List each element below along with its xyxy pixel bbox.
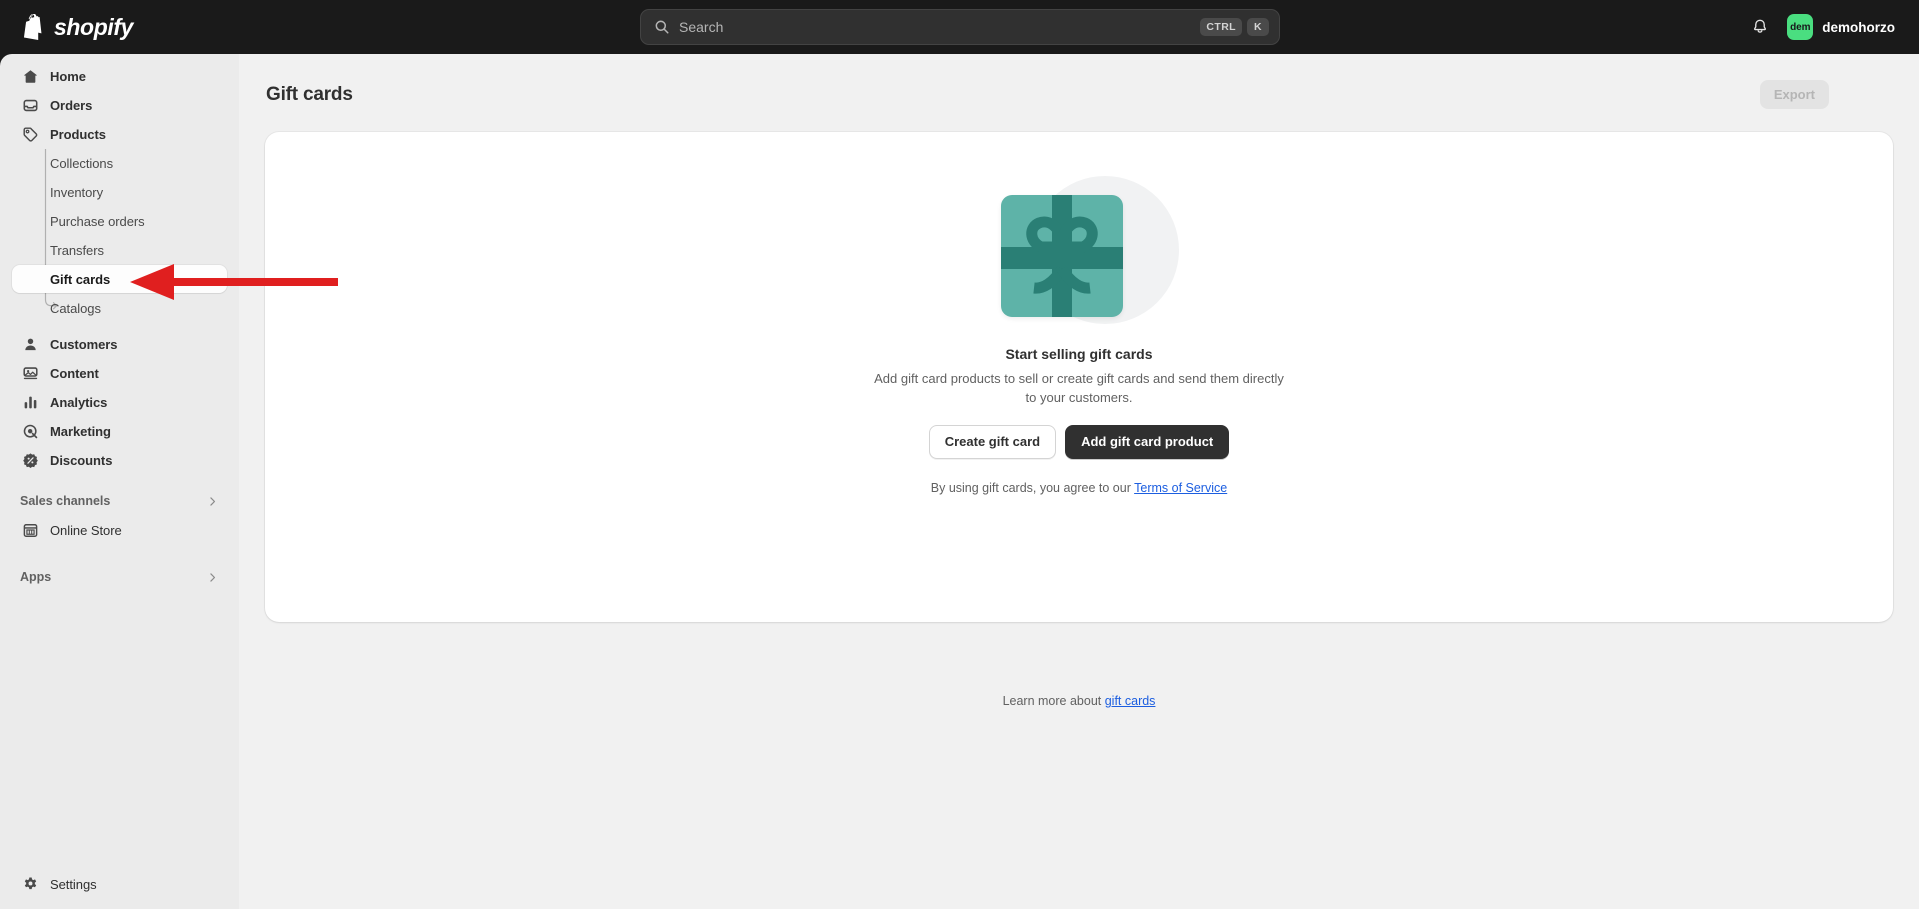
- terms-of-service-line: By using gift cards, you agree to our Te…: [931, 481, 1227, 495]
- empty-state-body: Add gift card products to sell or create…: [874, 371, 1284, 405]
- sidebar-item-orders[interactable]: Orders: [12, 91, 227, 119]
- sidebar-item-gift-cards[interactable]: Gift cards: [12, 265, 227, 293]
- illustration-gift-card: [1001, 195, 1123, 317]
- sidebar-item-label: Settings: [50, 876, 97, 892]
- sidebar-item-label: Marketing: [50, 423, 111, 439]
- top-bar-right: dem demohorzo: [1743, 0, 1903, 54]
- learn-more-prefix-text: Learn more about: [1002, 694, 1105, 708]
- gift-cards-help-link[interactable]: gift cards: [1105, 694, 1156, 708]
- content-icon: [20, 365, 40, 382]
- sidebar-item-marketing[interactable]: Marketing: [12, 417, 227, 445]
- sidebar-item-inventory[interactable]: Inventory: [12, 178, 227, 206]
- sidebar-settings-row: Settings: [12, 870, 227, 899]
- sidebar-section-sales-channels[interactable]: Sales channels: [12, 486, 227, 516]
- user-name: demohorzo: [1822, 19, 1895, 35]
- shopify-bag-logo-icon: [24, 14, 42, 40]
- page-title: Gift cards: [266, 83, 353, 105]
- gear-icon: [20, 876, 40, 893]
- avatar: dem: [1787, 14, 1814, 40]
- sidebar-item-customers[interactable]: Customers: [12, 330, 227, 358]
- sidebar-item-label: Discounts: [50, 452, 113, 468]
- sidebar-item-online-store[interactable]: Online Store: [12, 516, 227, 544]
- empty-state-actions: Create gift card Add gift card product: [928, 425, 1230, 459]
- create-gift-card-button[interactable]: Create gift card: [928, 425, 1057, 459]
- sidebar-nav: Home Orders Products Collections Invento…: [0, 62, 239, 592]
- sidebar-item-label: Home: [50, 68, 86, 84]
- sidebar-item-label: Products: [50, 126, 106, 142]
- terms-of-service-link[interactable]: Terms of Service: [1134, 481, 1227, 495]
- shopify-wordmark: shopify: [54, 13, 133, 40]
- sidebar-item-products[interactable]: Products: [12, 120, 227, 148]
- learn-more-footer: Learn more about gift cards: [239, 694, 1919, 708]
- customers-icon: [20, 336, 40, 353]
- home-icon: [20, 68, 40, 85]
- sidebar-item-analytics[interactable]: Analytics: [12, 388, 227, 416]
- search-input[interactable]: [679, 19, 1196, 35]
- empty-state-card: Start selling gift cards Add gift card p…: [265, 132, 1893, 622]
- tos-prefix-text: By using gift cards, you agree to our: [930, 480, 1135, 495]
- orders-icon: [20, 97, 40, 114]
- section-label: Apps: [20, 570, 52, 584]
- sidebar-item-settings[interactable]: Settings: [12, 870, 227, 898]
- shopify-brand[interactable]: shopify: [24, 14, 224, 41]
- search-shortcut-modifier: CTRL: [1200, 17, 1242, 37]
- main-content: Gift cards Export Start selling gift car…: [239, 54, 1919, 909]
- sidebar-item-label: Purchase orders: [50, 213, 145, 229]
- chevron-right-icon: [210, 572, 216, 582]
- discounts-percent-icon: [20, 452, 40, 469]
- add-gift-card-product-button[interactable]: Add gift card product: [1065, 425, 1230, 459]
- sidebar-item-home[interactable]: Home: [12, 62, 227, 90]
- top-bar: shopify CTRL K dem demohorzo: [0, 0, 1919, 54]
- sidebar: Home Orders Products Collections Invento…: [0, 54, 239, 909]
- user-menu-button[interactable]: dem demohorzo: [1783, 10, 1903, 44]
- notifications-button[interactable]: [1743, 10, 1777, 44]
- sidebar-item-label: Catalogs: [50, 300, 101, 316]
- sidebar-item-label: Transfers: [50, 242, 104, 258]
- sidebar-item-label: Collections: [50, 155, 114, 171]
- search-box[interactable]: CTRL K: [640, 9, 1280, 45]
- chevron-right-icon: [210, 496, 216, 506]
- section-label: Sales channels: [20, 494, 111, 508]
- sidebar-item-label: Orders: [50, 97, 93, 113]
- sidebar-products-subnav: Collections Inventory Purchase orders Tr…: [12, 149, 227, 322]
- gift-card-bow-illustration: [1001, 172, 1179, 328]
- gift-bow-icon: [1001, 195, 1123, 317]
- search-icon: [655, 20, 669, 34]
- sidebar-item-collections[interactable]: Collections: [12, 149, 227, 177]
- products-tag-icon: [20, 126, 40, 143]
- sidebar-item-label: Gift cards: [50, 271, 111, 287]
- global-search[interactable]: CTRL K: [640, 9, 1280, 45]
- sidebar-item-content[interactable]: Content: [12, 359, 227, 387]
- sidebar-item-catalogs[interactable]: Catalogs: [12, 294, 227, 322]
- sidebar-item-purchase-orders[interactable]: Purchase orders: [12, 207, 227, 235]
- sidebar-item-label: Online Store: [50, 522, 122, 538]
- sidebar-item-label: Content: [50, 365, 99, 381]
- sidebar-item-label: Analytics: [50, 394, 108, 410]
- page-header: Gift cards Export: [239, 54, 1919, 109]
- search-shortcut-key: K: [1247, 17, 1269, 37]
- sidebar-item-label: Customers: [50, 336, 118, 352]
- sidebar-item-discounts[interactable]: Discounts: [12, 446, 227, 474]
- store-icon: [20, 522, 40, 539]
- sidebar-section-apps[interactable]: Apps: [12, 562, 227, 592]
- sidebar-item-transfers[interactable]: Transfers: [12, 236, 227, 264]
- marketing-target-icon: [20, 423, 40, 440]
- sidebar-item-label: Inventory: [50, 184, 104, 200]
- bell-icon: [1754, 19, 1767, 33]
- analytics-bars-icon: [20, 394, 40, 411]
- export-button[interactable]: Export: [1759, 80, 1829, 109]
- empty-state-title: Start selling gift cards: [1005, 346, 1153, 362]
